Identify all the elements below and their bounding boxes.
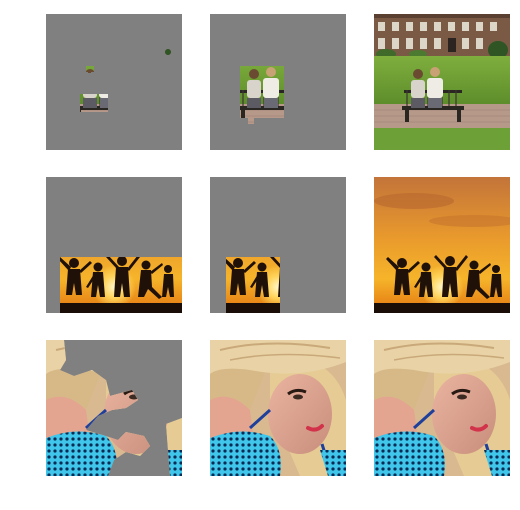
masked-portrait-image [46, 340, 182, 476]
tile-row3-col2 [210, 340, 346, 476]
portrait-image [374, 340, 510, 476]
figure-grid [0, 0, 520, 510]
portrait-image [210, 340, 346, 476]
tile-row1-col2 [210, 14, 346, 150]
sunset-image [374, 177, 510, 313]
tile-row2-col2 [210, 177, 346, 313]
tile-row2-col1 [46, 177, 182, 313]
masked-bench-image [210, 14, 346, 150]
masked-sunset-image [46, 177, 182, 313]
tile-row1-col1 [46, 14, 182, 150]
masked-sunset-image [210, 177, 346, 313]
tile-row1-col3 [374, 14, 510, 150]
bench-image [374, 14, 510, 150]
tile-row3-col3 [374, 340, 510, 476]
masked-bench-image [46, 14, 182, 150]
tile-row2-col3 [374, 177, 510, 313]
tile-row3-col1 [46, 340, 182, 476]
